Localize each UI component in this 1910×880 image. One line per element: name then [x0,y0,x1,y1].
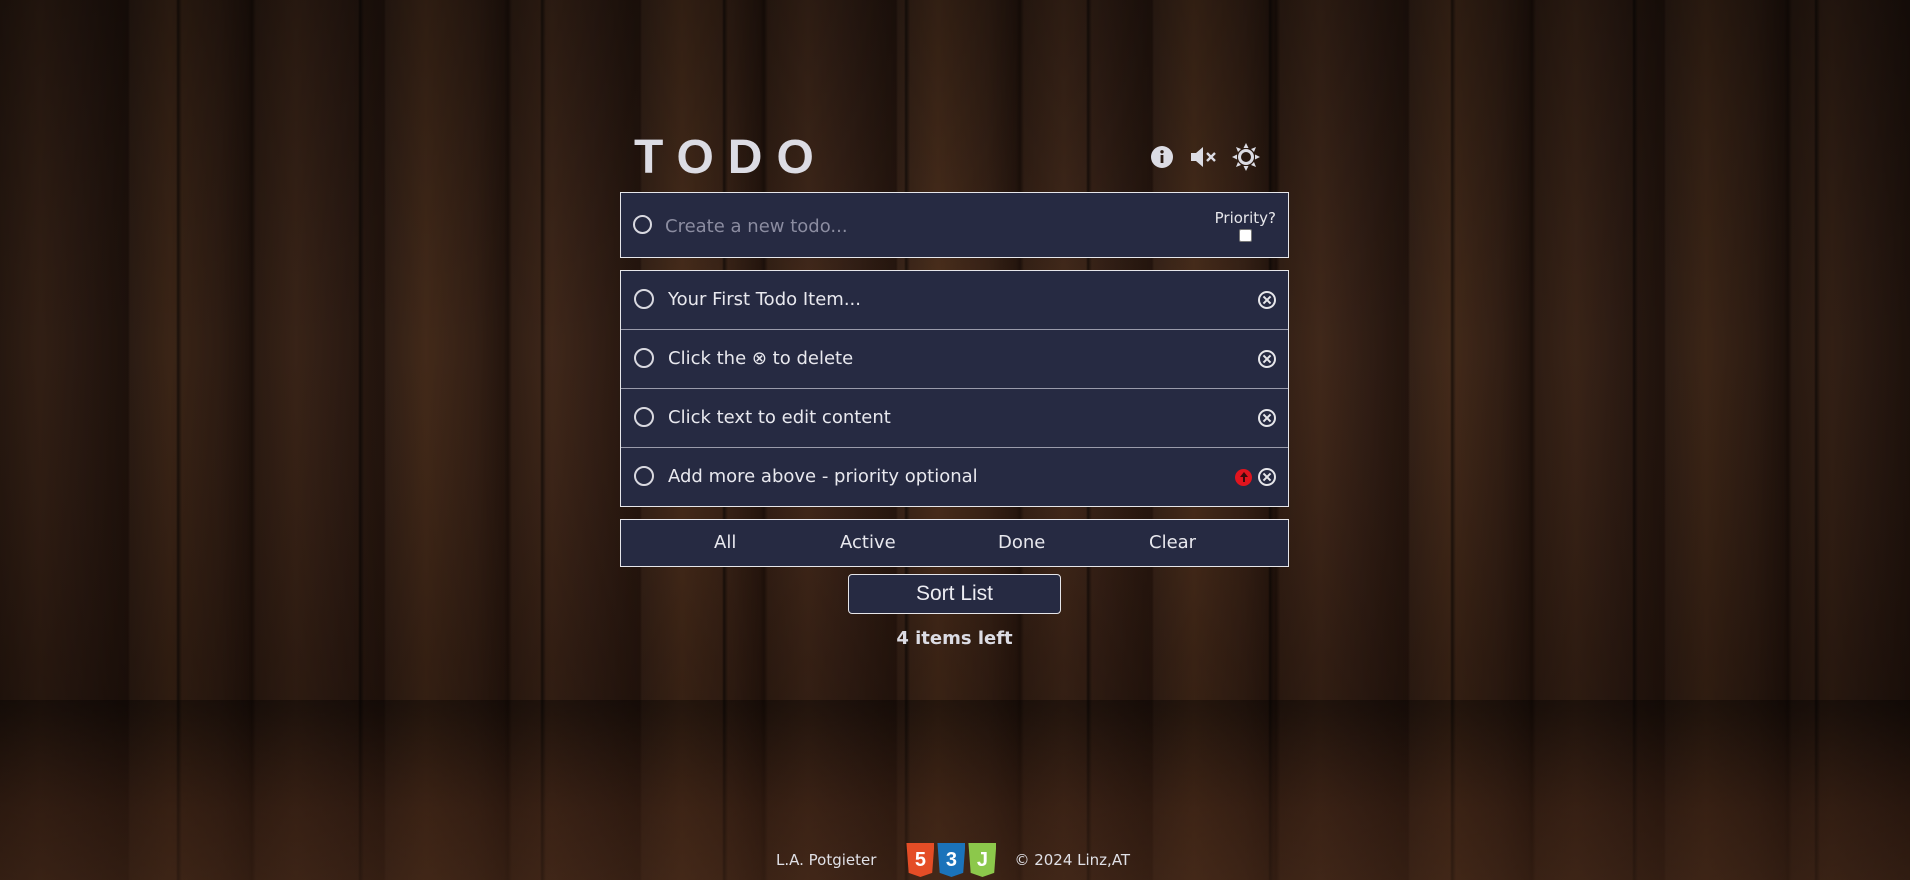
complete-toggle-icon[interactable] [634,289,654,309]
filter-active[interactable]: Active [840,532,896,553]
todo-text[interactable]: Your First Todo Item... [668,289,861,310]
todo-text[interactable]: Click the ⊗ to delete [668,348,853,369]
footer: L.A. Potgieter 5 3 J © 2024 Linz,AT [776,842,1130,878]
delete-icon[interactable] [1258,350,1276,368]
html5-icon: 5 [906,843,935,877]
todo-item: Click the ⊗ to delete [621,330,1288,389]
new-todo-form: Priority? [620,192,1289,258]
items-left-count: 4 items left [896,628,1013,649]
todo-text[interactable]: Add more above - priority optional [668,466,978,487]
copyright: © 2024 Linz,AT [1014,851,1131,869]
complete-toggle-icon[interactable] [634,466,654,486]
todo-item: Add more above - priority optional [621,448,1288,506]
info-icon[interactable] [1147,142,1177,172]
header-icons [1147,142,1261,172]
todo-app: TODO Create a new todo... Priority? Your… [620,128,1289,649]
tech-badges: 5 3 J [906,843,997,877]
delete-icon[interactable] [1258,468,1276,486]
todo-text[interactable]: Click text to edit content [668,407,891,428]
todo-item: Click text to edit content [621,389,1288,448]
clear-button[interactable]: Clear [1149,532,1196,553]
sun-icon[interactable] [1231,142,1261,172]
new-todo-input[interactable] [665,209,1185,243]
todo-item: Your First Todo Item... [621,271,1288,330]
priority-arrow-icon [1235,469,1252,486]
new-todo-circle-icon [633,215,652,234]
delete-icon[interactable] [1258,409,1276,427]
header: TODO [620,128,1289,190]
todo-list: Your First Todo Item... Click the ⊗ to d… [620,270,1289,507]
delete-icon[interactable] [1258,291,1276,309]
js-icon: J [968,843,997,877]
author-name: L.A. Potgieter [776,851,877,869]
filter-done[interactable]: Done [998,532,1045,553]
complete-toggle-icon[interactable] [634,348,654,368]
mute-icon[interactable] [1189,142,1219,172]
priority-label: Priority? [1214,209,1276,227]
priority-toggle: Priority? [1215,209,1276,242]
priority-checkbox[interactable] [1238,229,1252,242]
complete-toggle-icon[interactable] [634,407,654,427]
sort-list-button[interactable]: Sort List [848,574,1061,614]
filter-all[interactable]: All [714,532,736,553]
page-title: TODO [634,131,828,184]
filter-bar: All Active Done Clear [620,519,1289,567]
css3-icon: 3 [937,843,966,877]
